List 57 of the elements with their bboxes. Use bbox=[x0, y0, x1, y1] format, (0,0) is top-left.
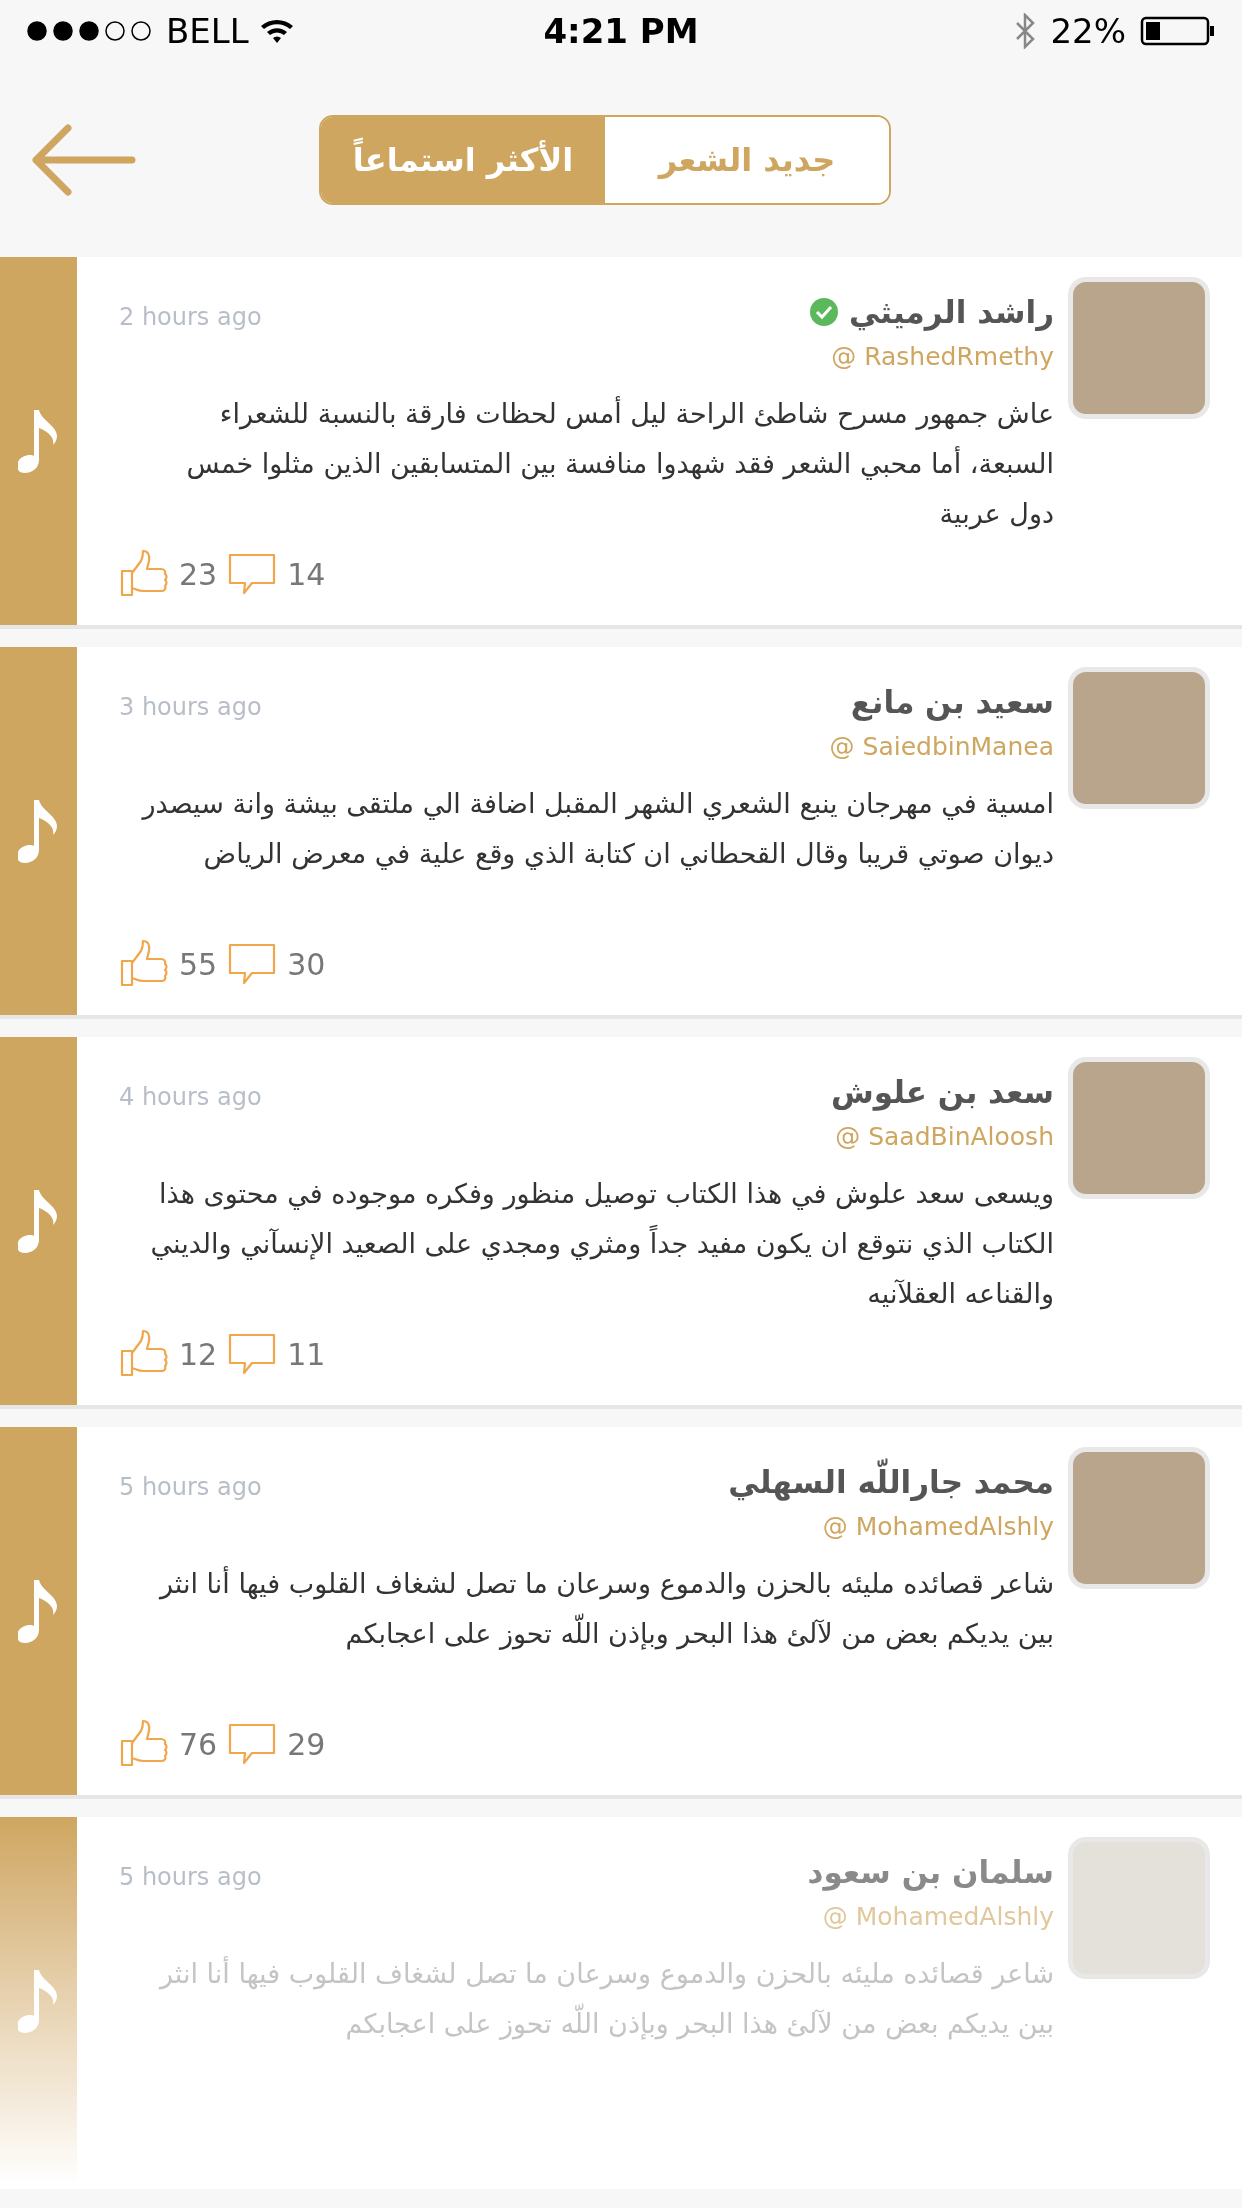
user-handle[interactable]: @ SaadBinAloosh bbox=[835, 1117, 1054, 1155]
bluetooth-icon bbox=[1014, 13, 1037, 49]
user-handle[interactable]: @ MohamedAlshly bbox=[822, 1897, 1054, 1935]
thumbs-up-icon[interactable] bbox=[119, 549, 169, 599]
music-note-icon bbox=[17, 1968, 60, 2034]
avatar-image[interactable] bbox=[1068, 667, 1210, 809]
post-text: امسية في مهرجان ينبع الشعري الشهر المقبل اضافة الي ملتقى بيشة وانة سيصدر ديوان صوتي قريبا وقال القحطاني ان كتابة الذي وقع علية في معرض الرياض bbox=[140, 787, 1054, 872]
avatar-image[interactable] bbox=[1068, 1057, 1210, 1199]
music-note-icon bbox=[17, 408, 60, 474]
battery-percent: 22% bbox=[1050, 9, 1126, 53]
thumbs-up-icon[interactable] bbox=[119, 1329, 169, 1379]
thumbs-up-icon[interactable] bbox=[119, 939, 169, 989]
clock-time: 4:21 PM bbox=[543, 9, 699, 53]
poet-name[interactable]: سلمان بن سعود bbox=[807, 1849, 1054, 1896]
comment-count: 30 bbox=[287, 945, 326, 984]
music-note-icon bbox=[17, 1188, 60, 1254]
timestamp: 5 hours ago bbox=[119, 1862, 262, 1893]
like-count: 12 bbox=[179, 1335, 218, 1374]
thumbs-up-icon[interactable] bbox=[119, 1719, 169, 1769]
timestamp: 3 hours ago bbox=[119, 692, 262, 723]
play-strip[interactable] bbox=[0, 257, 77, 625]
comment-icon[interactable] bbox=[227, 941, 278, 987]
comment-count: 29 bbox=[287, 1725, 326, 1764]
post-text: عاش جمهور مسرح شاطئ الراحة ليل أمس لحظات فارقة بالنسبة للشعراء السبعة، أما محبي الشعر فقد شهدوا منافسة بين المتسابقين الذين مثلوا خمس دول عربية bbox=[185, 395, 1054, 532]
post-text: شاعر قصائده مليئه بالحزن والدموع وسرعان ما تصل لشغاف القلوب فيها أنا انثر بين يديكم بعض من لآلئ هذا البحر وبإذن اللّه تحوز على اعجابكم bbox=[158, 1565, 1054, 1652]
poet-name[interactable]: محمد جاراللّه السهلي bbox=[728, 1459, 1054, 1506]
user-handle[interactable]: @ MohamedAlshly bbox=[822, 1507, 1054, 1545]
like-count: 55 bbox=[179, 945, 218, 984]
post-text: شاعر قصائده مليئه بالحزن والدموع وسرعان ما تصل لشغاف القلوب فيها أنا انثر بين يديكم بعض من لآلئ هذا البحر وبإذن اللّه تحوز على اعجابكم bbox=[158, 1955, 1054, 2042]
poet-name[interactable]: راشد الرميثي bbox=[848, 289, 1054, 336]
timestamp: 5 hours ago bbox=[119, 1472, 262, 1503]
timestamp: 4 hours ago bbox=[119, 1082, 262, 1113]
poet-name[interactable]: سعد بن علوش bbox=[830, 1069, 1054, 1116]
user-handle[interactable]: @ SaiedbinManea bbox=[829, 727, 1054, 765]
avatar-image[interactable] bbox=[1068, 277, 1210, 419]
music-note-icon bbox=[17, 1578, 60, 1644]
music-note-icon bbox=[17, 798, 60, 864]
like-count: 23 bbox=[179, 555, 218, 594]
tab[interactable]: الأكثر استماعاً bbox=[321, 116, 605, 203]
comment-icon[interactable] bbox=[227, 551, 278, 597]
comment-icon[interactable] bbox=[227, 1331, 278, 1377]
comment-count: 14 bbox=[287, 555, 326, 594]
battery-icon bbox=[1140, 16, 1216, 46]
comment-icon[interactable] bbox=[227, 1721, 278, 1767]
like-count: 76 bbox=[179, 1725, 218, 1764]
poet-name[interactable]: سعيد بن مانع bbox=[850, 679, 1054, 726]
post-text: ويسعى سعد علوش في هذا الكتاب توصيل منظور وفكره موجوده في محتوى هذا الكتاب الذي نتوقع ان يكون مفيد جداً ومثري ومجدي على الصعيد الإنسآني والديني والقناعه العقلآنيه bbox=[149, 1177, 1054, 1312]
back-arrow-icon[interactable] bbox=[32, 123, 136, 196]
play-strip[interactable] bbox=[0, 647, 77, 1015]
avatar-image[interactable] bbox=[1068, 1837, 1210, 1979]
user-handle[interactable]: @ RashedRmethy bbox=[831, 337, 1054, 375]
play-strip[interactable] bbox=[0, 1037, 77, 1405]
play-strip[interactable] bbox=[0, 1427, 77, 1795]
avatar-image[interactable] bbox=[1068, 1447, 1210, 1589]
carrier-name: BELL bbox=[166, 9, 249, 53]
comment-count: 11 bbox=[287, 1335, 326, 1374]
timestamp: 2 hours ago bbox=[119, 302, 262, 333]
